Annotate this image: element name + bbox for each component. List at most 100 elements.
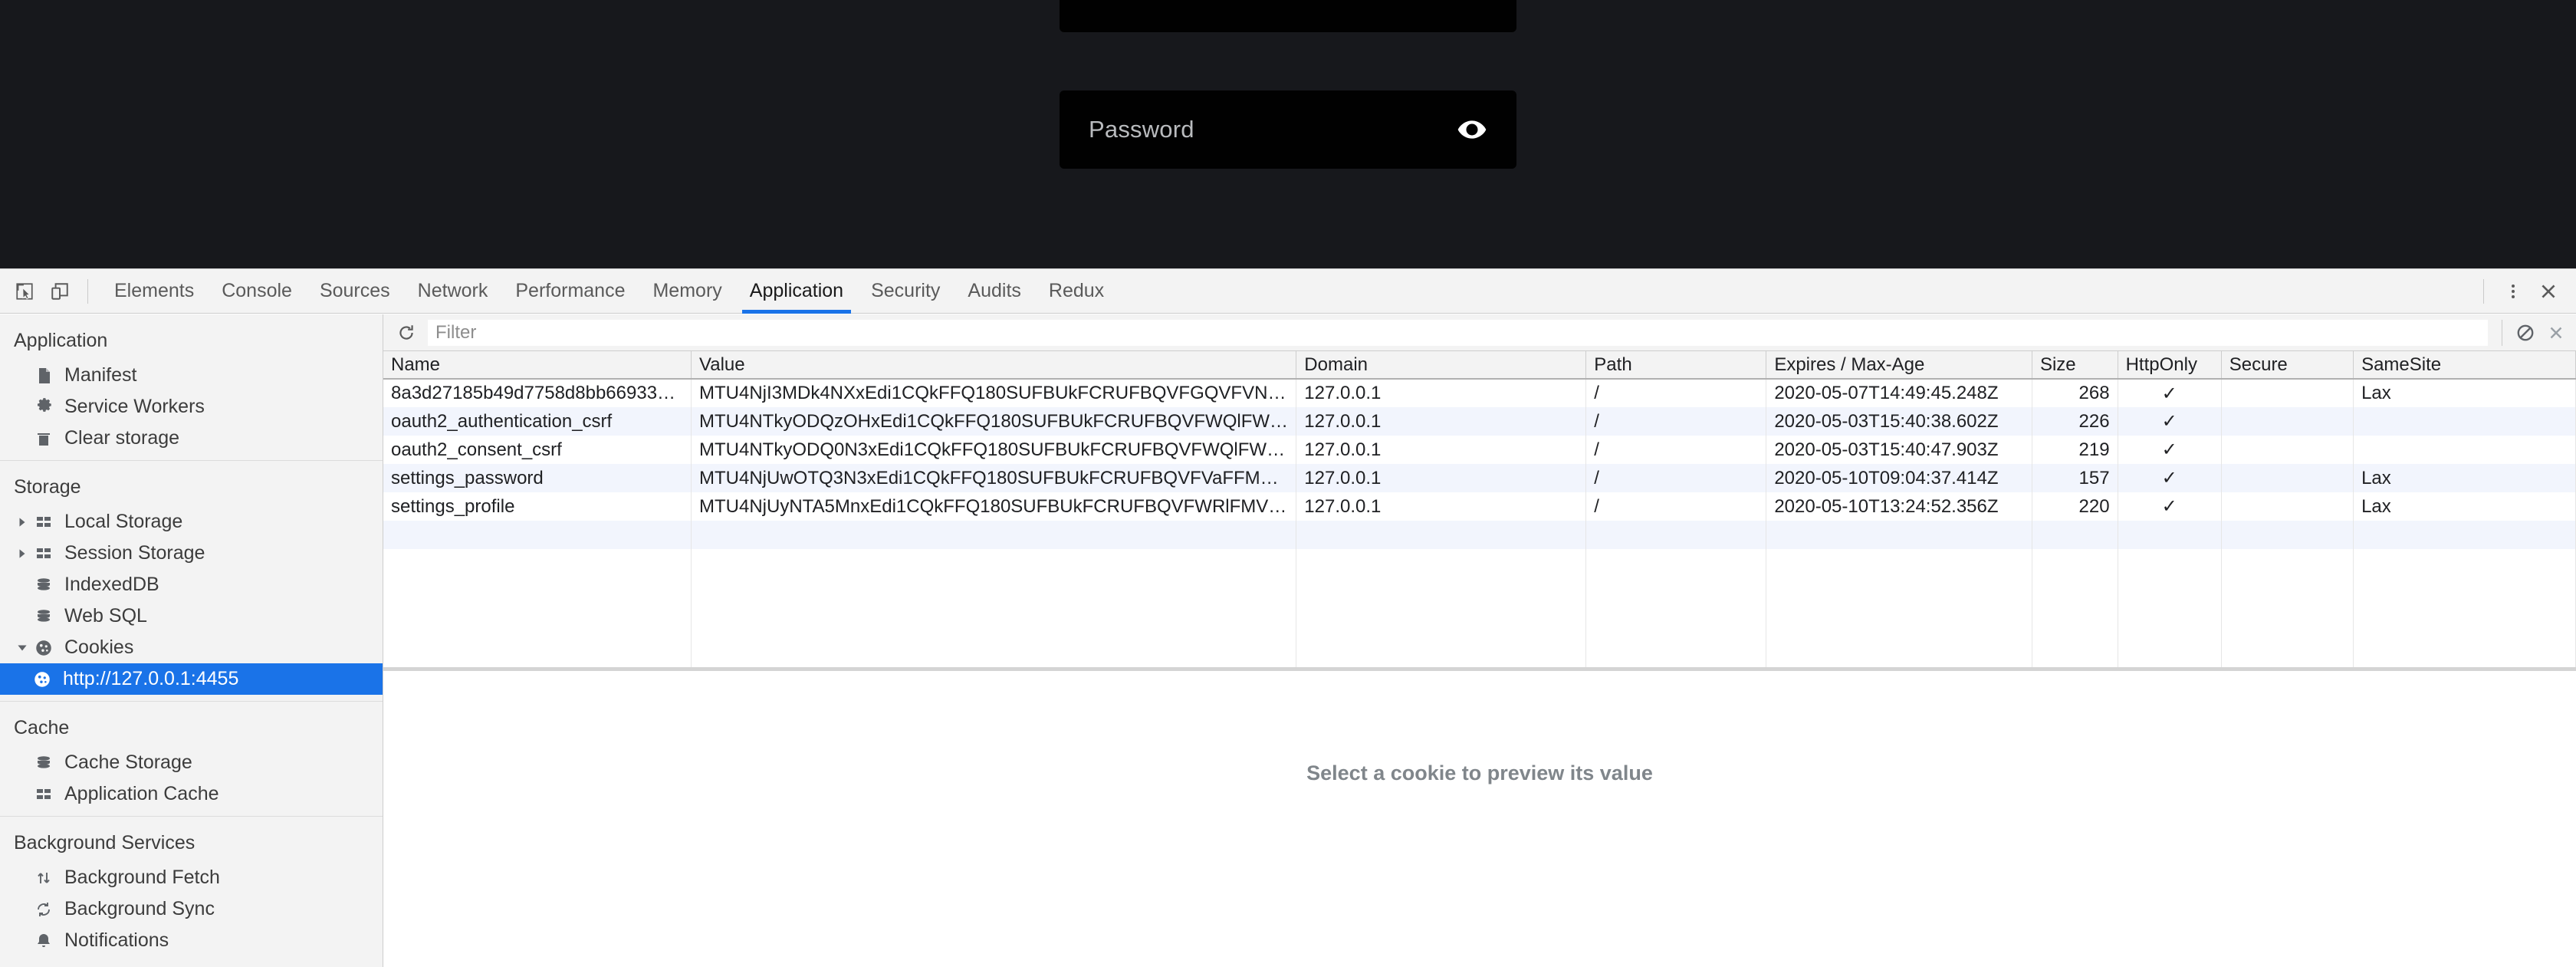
sidebar-group-background-services-title: Background Services (0, 821, 383, 862)
close-devtools-icon[interactable] (2532, 275, 2565, 308)
column-header-httponly[interactable]: HttpOnly (2118, 351, 2221, 379)
sidebar-item-clear-storage-label: Clear storage (64, 427, 179, 449)
devtools-toolbar-right-group (2474, 269, 2576, 314)
sidebar-item-cookie-origin[interactable]: http://127.0.0.1:4455 (0, 663, 383, 695)
refresh-icon[interactable] (391, 317, 422, 348)
tab-elements[interactable]: Elements (100, 269, 208, 314)
table-row[interactable]: 8a3d27185b49d7758d8bb669331… MTU4NjI3MDk… (383, 379, 2576, 407)
table-empty-row[interactable] (383, 549, 2576, 667)
column-header-size[interactable]: Size (2032, 351, 2118, 379)
cell-path: / (1586, 464, 1766, 492)
cell-path: / (1586, 492, 1766, 521)
cell-size: 219 (2032, 436, 2118, 464)
tab-network-label: Network (418, 280, 488, 302)
column-header-samesite[interactable]: SameSite (2354, 351, 2576, 379)
filter-input[interactable] (428, 320, 2488, 346)
database-icon (32, 574, 55, 597)
username-field[interactable] (1060, 0, 1516, 32)
cell-domain: 127.0.0.1 (1296, 492, 1586, 521)
chevron-down-icon[interactable] (14, 640, 31, 656)
sidebar-item-clear-storage[interactable]: Clear storage (0, 423, 383, 454)
chevron-right-icon[interactable] (14, 514, 31, 531)
column-header-secure[interactable]: Secure (2221, 351, 2353, 379)
sidebar-item-cookie-origin-label: http://127.0.0.1:4455 (63, 668, 238, 690)
cookie-table-body: 8a3d27185b49d7758d8bb669331… MTU4NjI3MDk… (383, 379, 2576, 667)
chevron-right-icon[interactable] (14, 545, 31, 562)
cell-secure (2221, 436, 2353, 464)
sidebar-group-background-services: Background Services Background Fetch (0, 816, 383, 962)
more-options-icon[interactable] (2496, 275, 2530, 308)
tab-console[interactable]: Console (208, 269, 306, 314)
tab-network[interactable]: Network (404, 269, 502, 314)
table-row[interactable]: settings_profile MTU4NjUyNTA5MnxEdi1CQkF… (383, 492, 2576, 521)
sidebar-item-cache-storage[interactable]: Cache Storage (0, 747, 383, 778)
sidebar-group-cache-title: Cache (0, 706, 383, 747)
cell-expires: 2020-05-10T09:04:37.414Z (1766, 464, 2032, 492)
tab-security[interactable]: Security (857, 269, 954, 314)
sidebar-item-background-fetch[interactable]: Background Fetch (0, 862, 383, 893)
table-empty-row[interactable] (383, 521, 2576, 549)
sidebar-item-application-cache[interactable]: Application Cache (0, 778, 383, 810)
clear-all-cookies-icon[interactable] (2510, 317, 2541, 348)
cell-domain: 127.0.0.1 (1296, 436, 1586, 464)
cell-secure (2221, 379, 2353, 407)
sidebar-item-service-workers[interactable]: Service Workers (0, 391, 383, 423)
cell-httponly: ✓ (2118, 492, 2221, 521)
sidebar-item-manifest[interactable]: Manifest (0, 360, 383, 391)
password-field-label: Password (1089, 116, 1457, 143)
cell-name: oauth2_consent_csrf (383, 436, 692, 464)
cell-secure (2221, 492, 2353, 521)
table-row[interactable]: settings_password MTU4NjUwOTQ3N3xEdi1CQk… (383, 464, 2576, 492)
sidebar-group-storage: Storage Local Storage (0, 460, 383, 701)
sidebar-item-web-sql[interactable]: Web SQL (0, 600, 383, 632)
column-header-expires[interactable]: Expires / Max-Age (1766, 351, 2032, 379)
device-toolbar-icon[interactable] (43, 275, 77, 308)
tab-audits[interactable]: Audits (954, 269, 1034, 314)
sidebar-item-indexeddb[interactable]: IndexedDB (0, 569, 383, 600)
tab-performance[interactable]: Performance (501, 269, 639, 314)
toolbar-divider (87, 279, 88, 304)
cell-secure (2221, 464, 2353, 492)
cell-expires: 2020-05-07T14:49:45.248Z (1766, 379, 2032, 407)
column-header-domain[interactable]: Domain (1296, 351, 1586, 379)
cell-samesite (2354, 407, 2576, 436)
notification-icon (32, 929, 55, 952)
sidebar-item-cookies[interactable]: Cookies (0, 632, 383, 663)
cookie-data-grid[interactable]: Name Value Domain Path Expires / Max-Age… (383, 351, 2576, 667)
tab-redux[interactable]: Redux (1035, 269, 1118, 314)
cookies-panel: Name Value Domain Path Expires / Max-Age… (383, 314, 2576, 967)
sidebar-item-background-sync[interactable]: Background Sync (0, 893, 383, 925)
sidebar-item-session-storage[interactable]: Session Storage (0, 538, 383, 569)
tab-application[interactable]: Application (736, 269, 857, 314)
column-header-name[interactable]: Name (383, 351, 692, 379)
cell-value: MTU4NjUwOTQ3N3xEdi1CQkFFQ180SUFBUkFCRUFB… (692, 464, 1296, 492)
cell-path: / (1586, 379, 1766, 407)
manifest-icon (32, 364, 55, 387)
column-header-value[interactable]: Value (692, 351, 1296, 379)
password-field[interactable]: Password (1060, 90, 1516, 169)
devtools-window: Elements Console Sources Network Perform… (0, 268, 2576, 966)
inspect-element-icon[interactable] (8, 275, 41, 308)
table-row[interactable]: oauth2_authentication_csrf MTU4NTkyODQzO… (383, 407, 2576, 436)
cell-domain: 127.0.0.1 (1296, 407, 1586, 436)
column-header-path[interactable]: Path (1586, 351, 1766, 379)
tab-sources[interactable]: Sources (306, 269, 404, 314)
sidebar-item-service-workers-label: Service Workers (64, 396, 205, 418)
sidebar-item-notifications-label: Notifications (64, 929, 169, 952)
tab-memory[interactable]: Memory (639, 269, 735, 314)
cell-name: settings_profile (383, 492, 692, 521)
toolbar-divider-right (2483, 279, 2484, 304)
toggle-password-visibility-icon[interactable] (1457, 114, 1487, 145)
gear-icon (32, 396, 55, 419)
table-row[interactable]: oauth2_consent_csrf MTU4NTkyODQ0N3xEdi1C… (383, 436, 2576, 464)
cell-name: settings_password (383, 464, 692, 492)
sidebar-item-local-storage[interactable]: Local Storage (0, 506, 383, 538)
tab-memory-label: Memory (652, 280, 721, 302)
cell-domain: 127.0.0.1 (1296, 464, 1586, 492)
cell-samesite: Lax (2354, 464, 2576, 492)
delete-selected-cookie-icon[interactable] (2541, 317, 2571, 348)
application-sidebar[interactable]: Application Manifest Service Workers (0, 314, 383, 967)
sidebar-item-notifications[interactable]: Notifications (0, 925, 383, 956)
cell-path: / (1586, 436, 1766, 464)
cell-size: 268 (2032, 379, 2118, 407)
